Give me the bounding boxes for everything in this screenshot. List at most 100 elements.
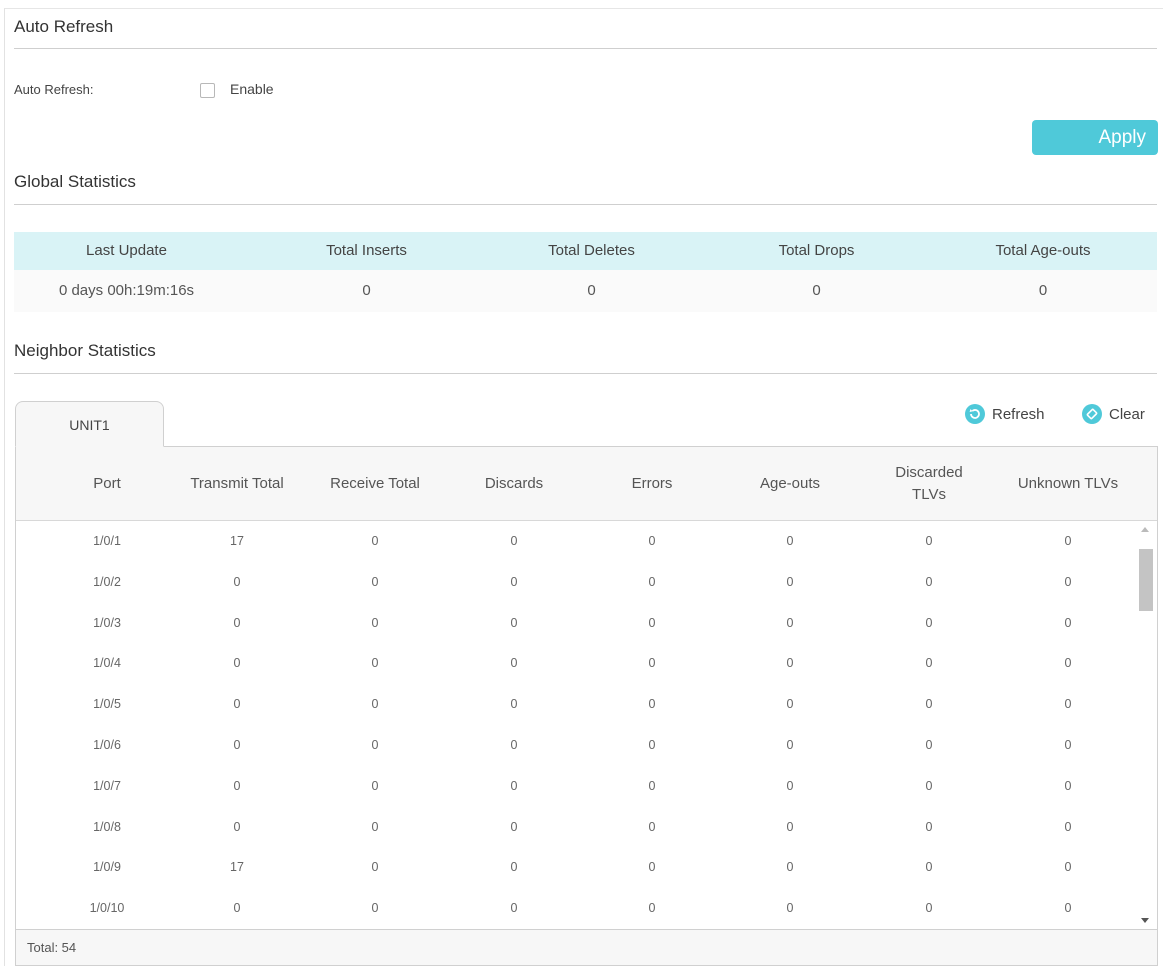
cell-discarded-tlvs: 0	[925, 901, 933, 916]
column-header-total-drops: Total Drops	[778, 242, 855, 259]
divider	[14, 204, 1157, 205]
scroll-down-arrow-icon[interactable]	[1141, 918, 1149, 923]
cell-receive-total: 0	[371, 615, 379, 630]
cell-transmit-total: 0	[233, 615, 241, 630]
cell-discards: 0	[510, 615, 518, 630]
total-count: Total: 54	[27, 940, 77, 955]
cell-discards: 0	[510, 860, 518, 875]
cell-errors: 0	[648, 574, 656, 589]
cell-discarded-tlvs: 0	[925, 860, 933, 875]
column-header-receive-total: Receive Total	[330, 475, 420, 492]
cell-errors: 0	[648, 615, 656, 630]
scrollbar[interactable]	[1135, 521, 1157, 929]
cell-age-outs: 0	[786, 901, 794, 916]
tab-unit1[interactable]: UNIT1	[15, 401, 164, 447]
cell-port: 1/0/5	[93, 697, 121, 712]
table-row: 1/0/3 0 0 0 0 0 0 0	[16, 603, 1136, 644]
cell-age-outs: 0	[786, 697, 794, 712]
cell-transmit-total: 0	[233, 738, 241, 752]
cell-port: 1/0/2	[93, 574, 121, 589]
column-header-errors: Errors	[631, 475, 673, 492]
cell-total-deletes: 0	[587, 282, 596, 299]
clear-label: Clear	[1109, 405, 1145, 423]
cell-errors: 0	[648, 901, 656, 916]
cell-discards: 0	[510, 901, 518, 916]
cell-discards: 0	[510, 819, 518, 834]
cell-port: 1/0/1	[93, 534, 121, 548]
cell-discarded-tlvs: 0	[925, 574, 933, 589]
cell-port: 1/0/7	[93, 778, 121, 793]
neighbor-stats-body[interactable]: 1/0/1 17 0 0 0 0 0 0 1/0/2 0 0 0 0 0 0 0 1/0/3 0 0 0 0 0 0 0 1/0…	[16, 521, 1157, 929]
cell-discards: 0	[510, 738, 518, 752]
divider	[14, 48, 1157, 49]
apply-button[interactable]: Apply	[1032, 120, 1158, 155]
cell-discards: 0	[510, 697, 518, 712]
auto-refresh-label: Auto Refresh:	[14, 82, 94, 97]
neighbor-stats-table: Port Transmit Total Receive Total Discards E…	[15, 446, 1158, 966]
column-header-age-outs: Age-outs	[759, 475, 821, 492]
cell-age-outs: 0	[786, 656, 794, 671]
cell-errors: 0	[648, 656, 656, 671]
cell-total-age-outs: 0	[1038, 282, 1048, 299]
cell-receive-total: 0	[371, 860, 379, 875]
neighbor-stats-header: Port Transmit Total Receive Total Discards E…	[16, 447, 1157, 521]
refresh-label: Refresh	[992, 405, 1045, 423]
cell-port: 1/0/10	[89, 901, 125, 916]
cell-unknown-tlvs: 0	[1064, 697, 1072, 712]
cell-discards: 0	[510, 574, 518, 589]
cell-age-outs: 0	[786, 778, 794, 793]
cell-age-outs: 0	[786, 738, 794, 752]
cell-unknown-tlvs: 0	[1064, 778, 1072, 793]
column-header-total-age-outs: Total Age-outs	[995, 242, 1091, 259]
cell-unknown-tlvs: 0	[1064, 574, 1072, 589]
cell-age-outs: 0	[786, 534, 794, 548]
cell-discarded-tlvs: 0	[925, 615, 933, 630]
cell-discards: 0	[510, 534, 518, 548]
cell-port: 1/0/8	[93, 819, 121, 834]
cell-receive-total: 0	[371, 534, 379, 548]
cell-errors: 0	[648, 534, 656, 548]
cell-transmit-total: 0	[233, 574, 241, 589]
cell-receive-total: 0	[371, 819, 379, 834]
column-header-total-inserts: Total Inserts	[326, 242, 407, 259]
cell-discards: 0	[510, 656, 518, 671]
enable-label[interactable]: Enable	[230, 81, 274, 97]
cell-port: 1/0/3	[93, 615, 121, 630]
table-row: 1/0/8 0 0 0 0 0 0 0	[16, 807, 1136, 848]
divider	[14, 373, 1157, 374]
cell-errors: 0	[648, 778, 656, 793]
cell-receive-total: 0	[371, 656, 379, 671]
cell-transmit-total: 0	[233, 901, 241, 916]
cell-port: 1/0/4	[93, 656, 121, 671]
cell-transmit-total: 17	[230, 860, 244, 875]
table-row: 1/0/5 0 0 0 0 0 0 0	[16, 684, 1136, 725]
cell-receive-total: 0	[371, 778, 379, 793]
clear-button[interactable]: Clear	[1082, 404, 1145, 424]
enable-checkbox[interactable]	[200, 83, 215, 98]
column-header-unknown-tlvs: Unknown TLVs	[1017, 475, 1119, 492]
table-row: 1/0/6 0 0 0 0 0 0 0	[16, 725, 1136, 766]
cell-discarded-tlvs: 0	[925, 738, 933, 752]
scrollbar-thumb[interactable]	[1139, 549, 1153, 611]
cell-unknown-tlvs: 0	[1064, 615, 1072, 630]
table-row: 1/0/9 17 0 0 0 0 0 0	[16, 847, 1136, 888]
cell-errors: 0	[648, 738, 656, 752]
scroll-up-arrow-icon[interactable]	[1141, 527, 1149, 532]
cell-discarded-tlvs: 0	[925, 819, 933, 834]
tab-label: UNIT1	[69, 417, 110, 433]
table-row: 1/0/2 0 0 0 0 0 0 0	[16, 562, 1136, 603]
cell-discarded-tlvs: 0	[925, 656, 933, 671]
section-title-global-statistics: Global Statistics	[14, 172, 136, 191]
cell-transmit-total: 17	[230, 534, 244, 548]
cell-transmit-total: 0	[233, 656, 241, 671]
column-header-last-update: Last Update	[86, 242, 167, 259]
cell-total-inserts: 0	[362, 282, 371, 299]
cell-age-outs: 0	[786, 819, 794, 834]
cell-receive-total: 0	[371, 738, 379, 752]
column-header-transmit-total: Transmit Total	[190, 475, 284, 492]
cell-age-outs: 0	[786, 574, 794, 589]
refresh-icon	[965, 404, 985, 424]
refresh-button[interactable]: Refresh	[965, 404, 1045, 424]
column-header-total-deletes: Total Deletes	[548, 242, 635, 259]
cell-port: 1/0/9	[93, 860, 121, 875]
